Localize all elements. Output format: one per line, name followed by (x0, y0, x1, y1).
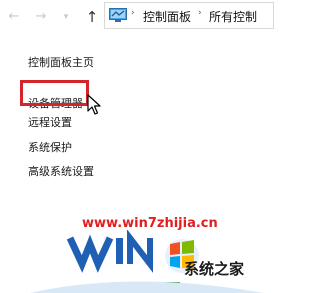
mouse-cursor-icon (87, 94, 101, 115)
navigation-bar: ← → ▾ ↑ › 控制面板 › 所有控制 (0, 0, 274, 34)
address-bar[interactable]: › 控制面板 › 所有控制 (104, 2, 274, 29)
breadcrumb-all-control-panel-items[interactable]: 所有控制 (209, 8, 257, 25)
sidebar-item-label: 远程设置 (28, 116, 72, 129)
forward-button[interactable]: → (33, 9, 49, 25)
up-one-level-button[interactable]: ↑ (84, 9, 100, 25)
breadcrumb-control-panel[interactable]: 控制面板 (143, 8, 191, 25)
breadcrumb-chevron-icon[interactable]: › (131, 8, 135, 18)
sidebar-item-remote-settings[interactable]: 远程设置 (28, 111, 72, 130)
breadcrumb-chevron-icon[interactable]: › (198, 8, 202, 18)
watermark-site-name: 系统之家 (184, 260, 245, 278)
sidebar-item-label: 系统保护 (28, 141, 72, 154)
back-button[interactable]: ← (6, 9, 22, 25)
sidebar-item-label: 高级系统设置 (28, 165, 94, 178)
highlight-box (20, 80, 89, 106)
sidebar-item-system-protection[interactable]: 系统保护 (28, 136, 72, 155)
sidebar-item-advanced-system-settings[interactable]: 高级系统设置 (28, 160, 94, 179)
control-panel-icon (109, 8, 127, 22)
watermark-url: www.win7zhijia.cn (82, 216, 218, 231)
sidebar-item-control-panel-home[interactable]: 控制面板主页 (28, 51, 94, 70)
sidebar-item-label: 控制面板主页 (28, 56, 94, 69)
recent-locations-dropdown[interactable]: ▾ (60, 9, 72, 25)
